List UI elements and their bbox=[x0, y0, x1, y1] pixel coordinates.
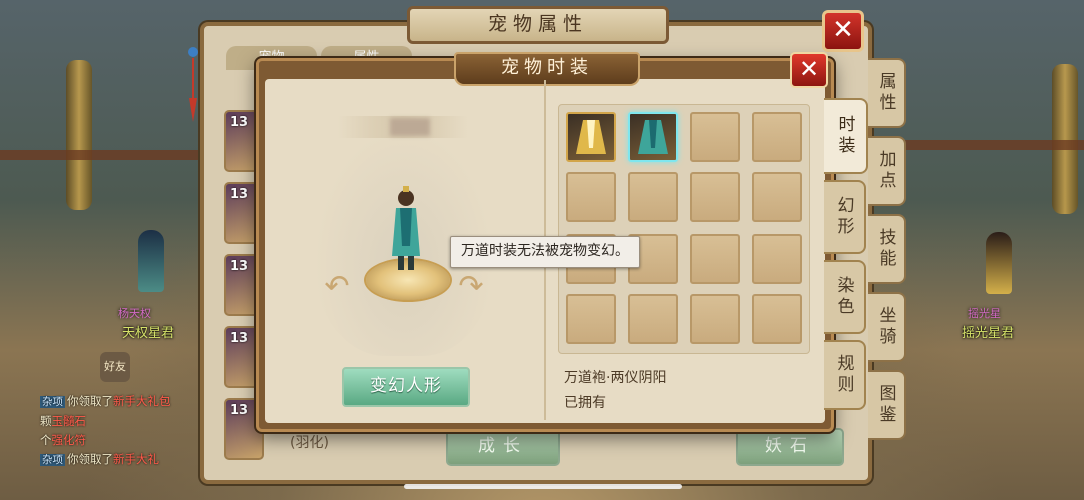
railing-left bbox=[0, 150, 200, 160]
fashion-slot-empty[interactable] bbox=[690, 234, 740, 284]
npc-figure-right[interactable] bbox=[986, 232, 1012, 294]
selected-fashion-name: 万道袍·两仪阴阳 bbox=[564, 370, 667, 386]
fashion-slot-empty[interactable] bbox=[752, 234, 802, 284]
npc-left-title: 杨天权 bbox=[118, 307, 151, 320]
fashion-slot-empty[interactable] bbox=[628, 172, 678, 222]
tab-dye[interactable]: 染色 bbox=[824, 260, 866, 334]
demon-stone-button[interactable]: 妖石 bbox=[736, 428, 844, 466]
fashion-slot-empty[interactable] bbox=[752, 294, 802, 344]
selected-fashion-status: 已拥有 bbox=[564, 395, 606, 411]
fashion-slot-empty[interactable] bbox=[690, 172, 740, 222]
side-tab-skills[interactable]: 技能 bbox=[868, 214, 906, 284]
chat-line: 颗玉髓石 bbox=[40, 414, 86, 428]
side-tab-mount[interactable]: 坐骑 bbox=[868, 292, 906, 362]
fashion-slot-empty[interactable] bbox=[628, 294, 678, 344]
pet-character-model[interactable] bbox=[386, 186, 426, 272]
npc-left-name: 天权星君 bbox=[122, 326, 175, 341]
side-tab-attributes[interactable]: 属性 bbox=[868, 58, 906, 128]
pet-attributes-close-button[interactable]: ✕ bbox=[822, 10, 864, 52]
fashion-slot-empty[interactable] bbox=[690, 294, 740, 344]
chat-button[interactable]: 好友 bbox=[100, 352, 130, 382]
pet-fashion-close-button[interactable]: ✕ bbox=[790, 52, 828, 88]
golden-robe-icon bbox=[576, 120, 606, 154]
side-tab-allocate[interactable]: 加点 bbox=[868, 136, 906, 206]
chat-line: 杂项 你领取了新手大礼包 bbox=[40, 394, 171, 408]
fashion-slot-empty[interactable] bbox=[566, 172, 616, 222]
chat-line: 杂项 你领取了新手大礼 bbox=[40, 452, 159, 466]
tab-fashion[interactable]: 时装 bbox=[824, 98, 868, 174]
grow-button[interactable]: 成长 bbox=[446, 428, 560, 466]
npc-figure-left[interactable] bbox=[138, 230, 164, 292]
dragon-pillar-right bbox=[1052, 64, 1078, 214]
pet-name-blurred bbox=[390, 118, 430, 136]
rotate-left-icon[interactable]: ↶ bbox=[322, 272, 352, 302]
home-indicator[interactable] bbox=[404, 484, 682, 489]
fashion-slot-empty[interactable] bbox=[752, 172, 802, 222]
fashion-slot-teal-robe[interactable] bbox=[628, 112, 678, 162]
npc-right-name: 摇光星君 bbox=[962, 326, 1015, 341]
tab-rules[interactable]: 规则 bbox=[824, 340, 866, 410]
fashion-slot-empty[interactable] bbox=[752, 112, 802, 162]
tassel-ornament-icon bbox=[188, 47, 198, 122]
morph-humanoid-button[interactable]: 变幻人形 bbox=[342, 367, 470, 407]
fashion-slot-empty[interactable] bbox=[690, 112, 740, 162]
railing-right bbox=[900, 140, 1084, 150]
rotate-right-icon[interactable]: ↷ bbox=[456, 272, 486, 302]
chat-log[interactable]: 杂项 你领取了新手大礼包 颗玉髓石 个强化符 杂项 你领取了新手大礼 bbox=[40, 392, 210, 470]
fashion-tooltip: 万道时装无法被宠物变幻。 bbox=[450, 236, 640, 268]
chat-line: 个强化符 bbox=[40, 433, 86, 447]
fashion-slot-empty[interactable] bbox=[566, 294, 616, 344]
tab-transform[interactable]: 幻形 bbox=[824, 180, 866, 254]
teal-robe-icon bbox=[638, 120, 668, 154]
side-tab-codex[interactable]: 图鉴 bbox=[868, 370, 906, 440]
npc-right-title: 摇光星 bbox=[968, 307, 1001, 320]
fashion-slot-golden-robe[interactable] bbox=[566, 112, 616, 162]
pet-attributes-title: 宠物属性 bbox=[407, 6, 669, 44]
pet-name-label: (羽化) bbox=[290, 435, 329, 451]
dragon-pillar-left bbox=[66, 60, 92, 210]
